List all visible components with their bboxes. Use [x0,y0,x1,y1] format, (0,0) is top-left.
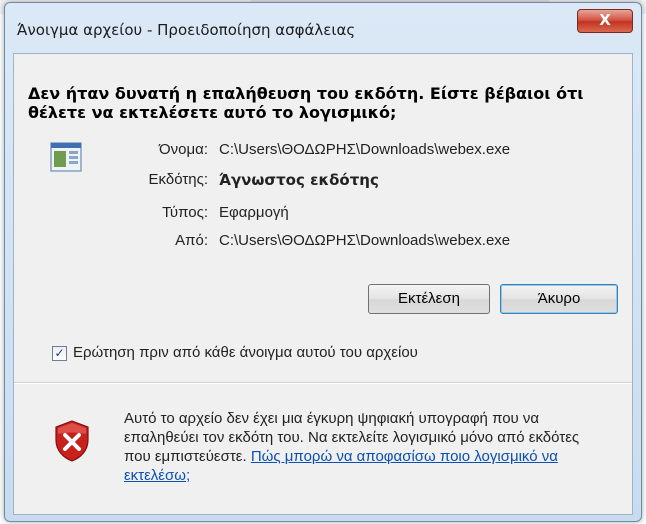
close-button[interactable]: X [577,9,633,33]
from-label: Από: [175,232,208,249]
security-warning-window: Άνοιγμα αρχείου - Προειδοποίηση ασφάλεια… [4,2,642,522]
from-value: C:\Users\ΘΟΔΩΡΗΣ\Downloads\webex.exe [219,232,511,249]
run-button[interactable]: Εκτέλεση [368,284,490,314]
type-label: Τύπος: [162,204,208,221]
window-title: Άνοιγμα αρχείου - Προειδοποίηση ασφάλεια… [17,21,356,39]
dialog-body: Δεν ήταν δυνατή η επαλήθευση του εκδότη.… [13,53,633,515]
name-value: C:\Users\ΘΟΔΩΡΗΣ\Downloads\webex.exe [219,141,511,158]
name-label: Όνομα: [159,141,208,158]
application-file-icon [50,142,82,172]
publisher-value: Άγνωστος εκδότης [219,171,379,189]
ask-before-opening-label[interactable]: Ερώτηση πριν από κάθε άνοιγμα αυτού του … [73,344,418,361]
warning-message: Αυτό το αρχείο δεν έχει μια έγκυρη ψηφια… [124,409,604,485]
title-bar[interactable]: Άνοιγμα αρχείου - Προειδοποίηση ασφάλεια… [5,3,641,53]
type-value: Εφαρμογή [219,204,289,221]
ask-before-opening-checkbox[interactable]: ✓ [52,346,67,361]
warning-headline: Δεν ήταν δυνατή η επαλήθευση του εκδότη.… [28,84,584,122]
publisher-label: Εκδότης: [148,171,208,188]
section-divider [14,382,632,384]
red-shield-x-icon [55,420,89,462]
cancel-button[interactable]: Άκυρο [500,284,618,314]
